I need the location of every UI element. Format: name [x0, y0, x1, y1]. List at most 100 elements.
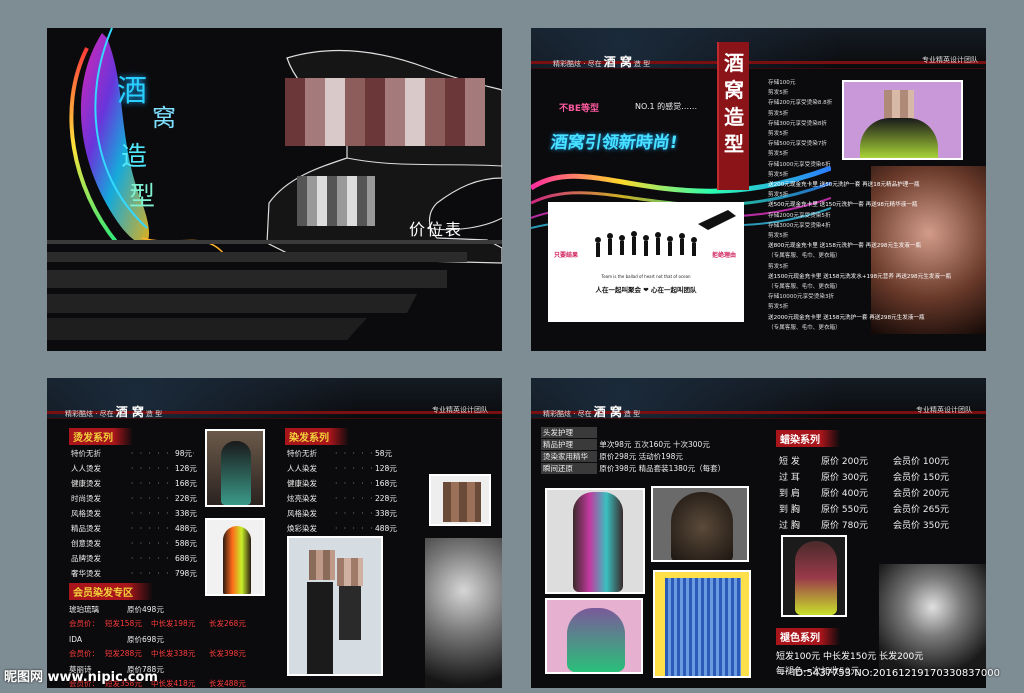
model-hair: [671, 492, 733, 560]
slogan-main: 酒窝引领新時尚!: [549, 133, 679, 153]
perm-item-price: 228元: [175, 494, 197, 503]
dot-leader: · · · · · · · ·: [131, 524, 197, 533]
tagline-suffix: 造 型: [623, 410, 641, 418]
wax-row: 短 发 原价 200元 会员价 100元: [779, 454, 949, 467]
price-line: 送1500元现金充卡里 送158元洗发水+198元营养 再送298元生发液一瓶: [768, 273, 952, 280]
cover-title-char-1: 酒: [117, 74, 147, 109]
dot-leader: · · · · · · · ·: [131, 539, 197, 548]
dye-item-name: 健康染发: [287, 479, 317, 488]
dot-leader: · · · · · · ·: [335, 509, 392, 518]
wax-row: 到 肩 原价 400元 会员价 200元: [779, 486, 949, 499]
perm-item-name: 奢华烫发: [71, 569, 101, 578]
perm-item-name: 创意烫发: [71, 539, 101, 548]
hair-photo-1: [545, 488, 645, 594]
perm-item-price: 128元: [175, 464, 197, 473]
wax-length: 过 胸: [779, 521, 800, 531]
perm-photo-1: [205, 429, 265, 507]
price-line: 剪发5折: [768, 110, 789, 117]
price-line: 剪发5折: [768, 90, 789, 97]
fade-price-line: 短发100元 中长发150元 长发200元: [776, 652, 924, 662]
dot-leader: · · · · · · ·: [335, 449, 392, 458]
dot-leader: · · · · · · ·: [335, 479, 392, 488]
price-line: 剪发5折: [768, 131, 789, 138]
tagline-suffix: 造 型: [145, 410, 163, 418]
perm-item-name: 人人烫发: [71, 464, 101, 473]
team-card: 只要结果 拒绝理由 Team is the ballad of heart no…: [548, 202, 744, 322]
price-line: 存储2000元享受烫染5折: [768, 212, 831, 219]
dye-item-price: 128元: [375, 464, 397, 473]
model-hair: [573, 492, 623, 592]
dye-item-name: 人人染发: [287, 464, 317, 473]
dot-leader: · · · · · · · ·: [131, 464, 197, 473]
mid-hair-price: 中长发418元: [151, 679, 196, 688]
price-line: 送200元现金充卡里 送50元洗护一套 再送18元精品护理一瓶: [768, 182, 920, 189]
vertical-title: 酒窝造型: [724, 51, 744, 156]
wax-member-price: 会员价 150元: [893, 473, 950, 483]
perm-row: 创意烫发 · · · · · · · ·588元: [71, 538, 197, 549]
tagline-prefix: 精彩酷炫 · 尽在: [553, 60, 602, 68]
site-logo: 昵图网 www.nipic.com: [4, 670, 158, 685]
header-team: 专业精英设计团队: [432, 406, 488, 414]
dot-leader: · · · · · · · ·: [131, 569, 197, 578]
dot-leader: · · · · · · · ·: [131, 554, 197, 563]
member-dye-name: IDA: [69, 635, 82, 644]
price-line: 送2000元现金充卡里 送158元洗护一套 再送298元生发液一瓶: [768, 314, 925, 321]
slogan-small: NO.1 的感觉……: [635, 102, 698, 111]
member-dye-title: 会员染发专区: [69, 583, 153, 600]
header-tagline: 精彩酷炫 · 尽在酒 窝造 型: [543, 403, 640, 420]
tagline-suffix: 造 型: [633, 60, 651, 68]
vertical-title-banner: 酒窝造型: [717, 42, 749, 190]
team-card-right: 拒绝理由: [711, 252, 736, 259]
member-dye-row: IDA 原价698元: [69, 634, 164, 645]
price-line: 存储3000元享受烫染4折: [768, 222, 831, 229]
care-price: 原价298元 活动价198元: [599, 452, 683, 461]
member-price-label: 会员价：: [69, 649, 99, 658]
care-row: 瞬间还原 原价398元 精品套装1380元（每套）: [541, 463, 725, 474]
perm-item-price: 488元: [175, 524, 197, 533]
dye-item-price: 168元: [375, 479, 397, 488]
wax-orig-price: 原价 400元: [821, 489, 869, 499]
price-line: 剪发5折: [768, 304, 789, 311]
dye-item-price: 488元: [375, 524, 397, 533]
pixelated-storefront-photo: [297, 176, 375, 226]
price-line: 存储100元: [768, 80, 796, 86]
dye-row: 焕彩染发 · · · · · · ·488元: [287, 523, 397, 534]
long-hair-price: 长发268元: [209, 619, 246, 628]
care-name: 精品护理: [541, 439, 597, 450]
wax-member-price: 会员价 100元: [893, 457, 950, 467]
team-card-english: Team is the ballad of heart not that of …: [601, 274, 691, 279]
hair-photo-4: [653, 570, 751, 678]
perm-item-name: 特价无折: [71, 449, 101, 458]
tagline-brand: 酒 窝: [603, 55, 632, 69]
header-tagline: 精彩酷炫 · 尽在酒 窝造 型: [553, 53, 650, 70]
wax-orig-price: 原价 300元: [821, 473, 869, 483]
price-line: （专属客服、毛巾、更衣箱）: [768, 324, 841, 331]
perm-item-price: 168元: [175, 479, 197, 488]
hair-photo-2: [651, 486, 749, 562]
perm-row: 精品烫发 · · · · · · · ·488元: [71, 523, 197, 534]
header-team: 专业精英设计团队: [922, 56, 978, 64]
pixelated-face: [309, 550, 335, 580]
perm-section-title: 烫发系列: [69, 428, 133, 445]
fade-section-title: 褪色系列: [776, 628, 840, 645]
wax-member-price: 会员价 265元: [893, 505, 950, 515]
perm-item-name: 品牌烫发: [71, 554, 101, 563]
member-price-label: 会员价：: [69, 619, 99, 628]
wax-orig-price: 原价 550元: [821, 505, 869, 515]
perm-item-name: 精品烫发: [71, 524, 101, 533]
care-price: 单次98元 五次160元 十次300元: [599, 440, 710, 449]
cover-panel: 酒 窝 造 型 价位表: [47, 28, 502, 351]
wax-length: 过 耳: [779, 473, 800, 483]
cover-title-char-4: 型: [129, 182, 156, 212]
price-line: 存储200元享受烫染8.8折: [768, 100, 833, 107]
pixelated-model-photo: [425, 538, 502, 688]
dye-row: 特价无折 · · · · · · ·58元: [287, 448, 392, 459]
person-silhouette: [307, 582, 333, 674]
perm-row: 特价无折 · · · · · · · ·98元: [71, 448, 195, 459]
member-dye-row: 琥珀琉璃 原价498元: [69, 604, 164, 615]
perm-row: 时尚烫发 · · · · · · · ·228元: [71, 493, 197, 504]
dye-item-name: 风格染发: [287, 509, 317, 518]
price-line: 存储10000元享受烫染3折: [768, 294, 835, 301]
header-team: 专业精英设计团队: [916, 406, 972, 414]
dye-row: 炫亮染发 · · · · · · ·228元: [287, 493, 397, 504]
